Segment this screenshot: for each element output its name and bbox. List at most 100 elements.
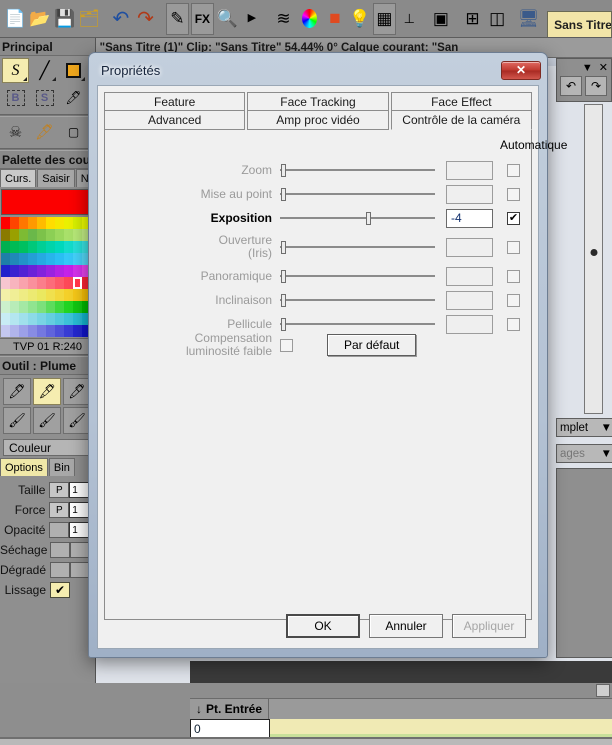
color-swatch[interactable] [28,289,37,301]
tab-camera-control[interactable]: Contrôle de la caméra [390,111,532,130]
camera-control-value-field[interactable] [446,184,493,204]
camera-control-auto-checkbox[interactable] [507,317,520,331]
right-combo-top[interactable]: mplet ▼ [556,418,612,437]
color-swatch[interactable] [64,217,73,229]
timeline-clip-bar[interactable] [270,719,612,739]
color-swatch[interactable] [28,325,37,337]
tab-curs[interactable]: Curs. [0,169,37,187]
project-tab[interactable]: Sans Titre ( [547,11,612,37]
color-swatch[interactable] [19,325,28,337]
color-swatch[interactable] [64,289,73,301]
color-swatch[interactable] [55,229,64,241]
color-swatch[interactable] [64,313,73,325]
camera-control-auto-checkbox[interactable] [507,187,520,201]
close-icon[interactable]: ✕ [501,60,541,80]
color-swatch[interactable] [10,229,19,241]
entry-point-input[interactable]: 0 [190,719,270,739]
color-swatch[interactable] [19,277,28,289]
color-swatch[interactable] [64,325,73,337]
color-swatch[interactable] [37,229,46,241]
color-swatch[interactable] [37,313,46,325]
brush-property-box[interactable] [49,522,70,538]
rectangle-tool[interactable] [60,58,87,83]
camera-control-value-field[interactable] [446,314,493,334]
color-swatch[interactable] [73,313,82,325]
split-view-icon[interactable]: ◫ [486,3,509,35]
color-swatch[interactable] [37,289,46,301]
color-swatch[interactable] [19,253,28,265]
color-swatch[interactable] [1,325,10,337]
color-swatch-grid[interactable] [1,217,94,337]
fx-icon[interactable]: FX [190,2,214,35]
color-swatch[interactable] [1,313,10,325]
camera-control-value-field[interactable] [446,266,493,286]
light-bulb-icon[interactable]: 💡 [348,3,371,35]
color-swatch[interactable] [64,277,73,289]
brush-property-box[interactable] [50,562,70,578]
undo-button[interactable]: ↶ [560,76,582,96]
color-swatch[interactable] [1,265,10,277]
color-swatch[interactable] [37,241,46,253]
tab-bin[interactable]: Bin [48,458,75,476]
camera-control-slider[interactable] [280,267,435,285]
calculator-icon[interactable]: ▦ [372,2,396,35]
color-swatch[interactable] [28,301,37,313]
color-swatch[interactable] [73,289,82,301]
color-swatch[interactable] [19,229,28,241]
color-swatch[interactable] [64,241,73,253]
color-swatch[interactable] [55,289,64,301]
brush-3[interactable]: 🖊 [63,378,91,405]
slider-thumb[interactable] [281,188,287,201]
color-swatch[interactable] [28,277,37,289]
color-swatch[interactable] [10,313,19,325]
camera-control-value-field[interactable]: -4 [446,208,493,228]
color-swatch[interactable] [28,253,37,265]
new-file-icon[interactable]: 📄 [4,3,27,35]
color-wheel-icon[interactable] [301,9,317,28]
tab-face-tracking[interactable]: Face Tracking [247,92,389,111]
apply-button[interactable]: Appliquer [452,614,526,638]
color-swatch[interactable] [55,265,64,277]
camera-control-slider[interactable] [280,161,435,179]
camera-control-slider[interactable] [280,291,435,309]
color-swatch[interactable] [28,241,37,253]
brush-property-box[interactable] [70,562,90,578]
color-swatch[interactable] [37,265,46,277]
timeline-scroll-row[interactable] [190,683,612,699]
brush-property-mode-button[interactable]: P [49,482,70,498]
camera-control-value-field[interactable] [446,160,493,180]
gradient-icon[interactable]: ■ [324,3,347,35]
current-color-preview[interactable] [1,189,94,215]
color-swatch[interactable] [55,253,64,265]
color-swatch[interactable] [37,325,46,337]
slider-thumb[interactable] [281,241,287,254]
brush-1[interactable]: 🖊 [3,378,31,405]
color-swatch[interactable] [37,301,46,313]
slider-handle[interactable] [590,249,597,256]
color-swatch[interactable] [55,277,64,289]
color-swatch[interactable] [1,277,10,289]
brush-2[interactable]: 🖋 [33,378,61,405]
right-combo-bottom[interactable]: ages ▼ [556,444,612,463]
timeline-scroll-knob[interactable] [596,684,610,697]
color-swatch[interactable] [28,313,37,325]
grid-icon[interactable]: ⊞ [461,3,484,35]
color-swatch[interactable] [55,325,64,337]
camera-control-slider[interactable] [280,185,435,203]
color-swatch[interactable] [46,277,55,289]
freehand-tool[interactable]: S [2,58,29,83]
color-swatch[interactable] [73,241,82,253]
redo-button[interactable]: ↷ [585,76,607,96]
color-swatch[interactable] [46,325,55,337]
play-icon[interactable]: ▶ [241,3,264,35]
tab-saisir[interactable]: Saisir [37,169,75,187]
color-swatch[interactable] [73,265,82,277]
color-swatch[interactable] [64,253,73,265]
color-swatch[interactable] [73,277,82,289]
color-swatch[interactable] [55,217,64,229]
line-tool[interactable]: ╱ [31,58,58,83]
low-light-compensation-checkbox[interactable] [280,338,293,352]
tab-options[interactable]: Options [0,458,48,476]
color-swatch[interactable] [19,241,28,253]
camera-control-auto-checkbox[interactable] [507,269,520,283]
